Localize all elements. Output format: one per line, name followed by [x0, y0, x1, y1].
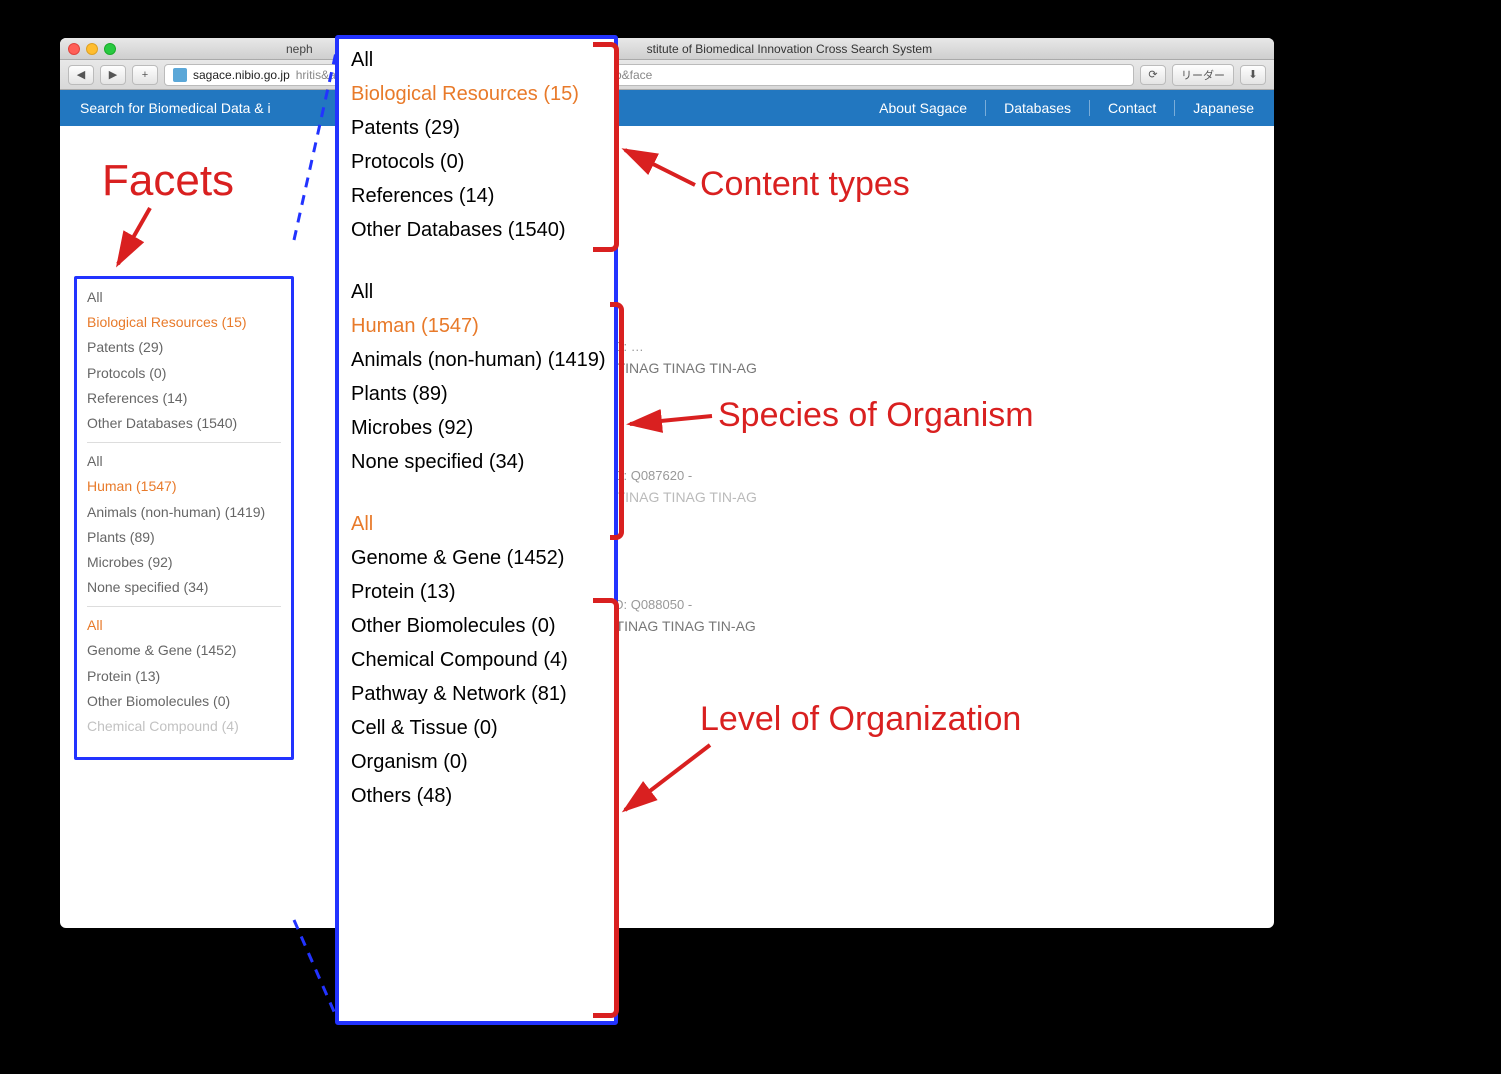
facet-item[interactable]: Biological Resources (15)	[351, 77, 602, 111]
reader-button[interactable]: リーダー	[1172, 64, 1234, 86]
download-button[interactable]: ⬇	[1240, 65, 1266, 85]
facet-item[interactable]: Pathway & Network (81)	[351, 677, 602, 711]
url-field[interactable]: sagace.nibio.go.jp hritis&action=facet2&…	[164, 64, 1134, 86]
facet-item[interactable]: Protocols (0)	[87, 361, 281, 386]
facet-item[interactable]: Organism (0)	[351, 745, 602, 779]
facet-item[interactable]: Other Biomolecules (0)	[351, 609, 602, 643]
window-titlebar: neph stitute of Biomedical Innovation Cr…	[60, 38, 1274, 60]
facet-item[interactable]: Other Biomolecules (0)	[87, 689, 281, 714]
facet-item[interactable]: Protocols (0)	[351, 145, 602, 179]
facet-item[interactable]: Plants (89)	[87, 525, 281, 550]
annotation-level: Level of Organization	[700, 700, 1021, 739]
facet-all[interactable]: All	[87, 449, 281, 474]
url-domain: sagace.nibio.go.jp	[193, 68, 290, 82]
address-bar: ◀ ▶ + sagace.nibio.go.jp hritis&action=f…	[60, 60, 1274, 90]
facet-item[interactable]: References (14)	[351, 179, 602, 213]
facet-all[interactable]: All	[87, 285, 281, 310]
reload-button[interactable]: ⟳	[1140, 65, 1166, 85]
facet-item[interactable]: Human (1547)	[87, 474, 281, 499]
bracket-content-types	[593, 42, 619, 252]
facet-item[interactable]: Chemical Compound (4)	[87, 714, 281, 739]
nav-link-about[interactable]: About Sagace	[879, 100, 967, 116]
page-content: All Biological Resources (15) Patents (2…	[60, 126, 1274, 166]
facets-sidebar: All Biological Resources (15) Patents (2…	[74, 276, 294, 760]
facet-item[interactable]: Genome & Gene (1452)	[87, 638, 281, 663]
facet-item[interactable]: Protein (13)	[87, 664, 281, 689]
facet-item[interactable]: Others (48)	[351, 779, 602, 813]
facet-item[interactable]: Animals (non-human) (1419)	[351, 343, 602, 377]
facet-all[interactable]: All	[87, 613, 281, 638]
facets-magnified: All Biological Resources (15) Patents (2…	[335, 35, 618, 1025]
facet-item[interactable]: Biological Resources (15)	[87, 310, 281, 335]
facet-item[interactable]: Plants (89)	[351, 377, 602, 411]
facet-all[interactable]: All	[351, 507, 602, 541]
facet-item[interactable]: Cell & Tissue (0)	[351, 711, 602, 745]
traffic-lights	[68, 43, 116, 55]
bracket-species	[610, 302, 624, 540]
top-nav-links: About Sagace Databases Contact Japanese	[879, 100, 1254, 116]
annotation-content-types: Content types	[700, 165, 910, 204]
nav-link-contact[interactable]: Contact	[1089, 100, 1156, 116]
nav-link-databases[interactable]: Databases	[985, 100, 1071, 116]
facet-item[interactable]: Genome & Gene (1452)	[351, 541, 602, 575]
back-button[interactable]: ◀	[68, 65, 94, 85]
annotation-facets: Facets	[102, 156, 234, 206]
facet-item[interactable]: Patents (29)	[87, 335, 281, 360]
facet-item[interactable]: Other Databases (1540)	[87, 411, 281, 436]
facet-item[interactable]: Microbes (92)	[351, 411, 602, 445]
close-icon[interactable]	[68, 43, 80, 55]
facet-item[interactable]: Human (1547)	[351, 309, 602, 343]
browser-tab-title[interactable]: neph	[286, 42, 313, 56]
zoom-icon[interactable]	[104, 43, 116, 55]
nav-link-japanese[interactable]: Japanese	[1174, 100, 1254, 116]
facet-item[interactable]: None specified (34)	[87, 575, 281, 600]
facet-item[interactable]: Patents (29)	[351, 111, 602, 145]
facet-item[interactable]: None specified (34)	[351, 445, 602, 479]
top-nav-bar: Search for Biomedical Data & i About Sag…	[60, 90, 1274, 126]
facet-all[interactable]: All	[351, 275, 602, 309]
minimize-icon[interactable]	[86, 43, 98, 55]
forward-button[interactable]: ▶	[100, 65, 126, 85]
facet-item[interactable]: Protein (13)	[351, 575, 602, 609]
facet-all[interactable]: All	[351, 43, 602, 77]
facet-item[interactable]: Chemical Compound (4)	[351, 643, 602, 677]
bracket-level	[593, 598, 619, 1018]
favicon-icon	[173, 68, 187, 82]
browser-window: neph stitute of Biomedical Innovation Cr…	[60, 38, 1274, 928]
annotation-species: Species of Organism	[718, 396, 1034, 435]
add-button[interactable]: +	[132, 65, 158, 85]
facet-item[interactable]: Animals (non-human) (1419)	[87, 500, 281, 525]
facet-item[interactable]: References (14)	[87, 386, 281, 411]
facet-item[interactable]: Other Databases (1540)	[351, 213, 602, 247]
facet-item[interactable]: Microbes (92)	[87, 550, 281, 575]
